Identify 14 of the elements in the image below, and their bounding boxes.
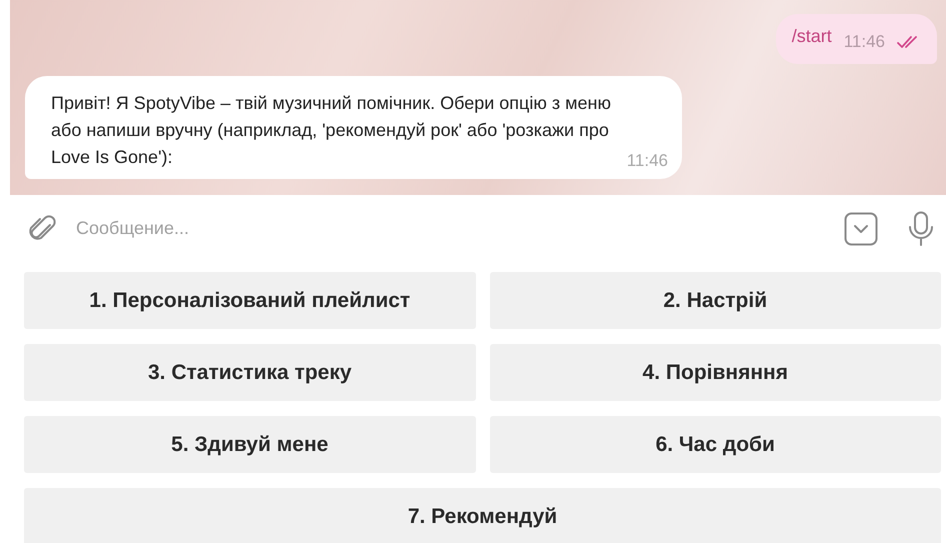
message-input[interactable]: Сообщение... bbox=[76, 214, 826, 243]
message-text: /start bbox=[792, 26, 832, 46]
keyboard-toggle-icon[interactable] bbox=[844, 212, 878, 246]
keyboard-button[interactable]: 2. Настрій bbox=[490, 272, 941, 329]
microphone-icon[interactable] bbox=[908, 210, 934, 246]
keyboard-button[interactable]: 6. Час доби bbox=[490, 416, 941, 473]
message-time: 11:46 bbox=[844, 32, 885, 52]
message-text: Привіт! Я SpotyVibe – твій музичний помічник. Обери опцію з меню або напиши вручну (наприклад, 'рекомендуй рок' або 'розкажи про Love Is Gone'): bbox=[51, 92, 611, 169]
keyboard-button[interactable]: 5. Здивуй мене bbox=[24, 416, 476, 473]
keyboard-button[interactable]: 1. Персоналізований плейлист bbox=[24, 272, 476, 329]
keyboard-button[interactable]: 3. Статистика треку bbox=[24, 344, 476, 401]
keyboard-button[interactable]: 4. Порівняння bbox=[490, 344, 941, 401]
message-time: 11:46 bbox=[626, 151, 668, 171]
keyboard-button[interactable]: 7. Рекомендуй bbox=[24, 488, 941, 543]
